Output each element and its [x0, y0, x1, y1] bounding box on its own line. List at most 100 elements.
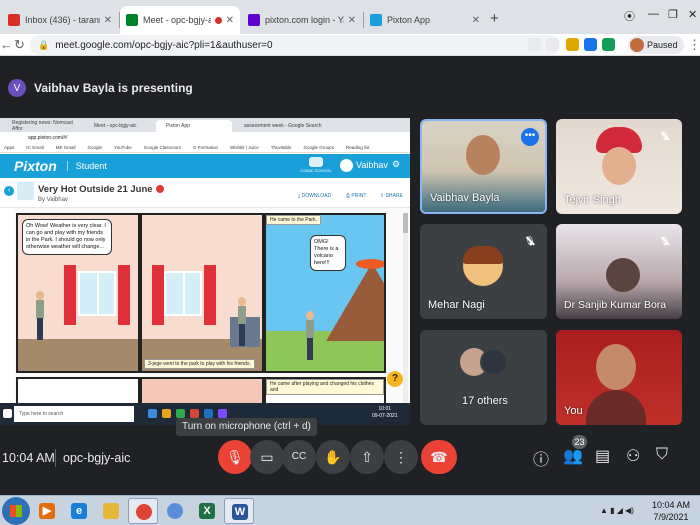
- bookmark: Reading list: [346, 145, 370, 150]
- bookmark: ME Gmail: [55, 145, 76, 150]
- participant-tile-others[interactable]: 17 others: [420, 330, 547, 425]
- browser-toolbar: ← ↻ 🔒 meet.google.com/opc-bgjy-aic?pli=1…: [0, 34, 700, 56]
- microphone-toggle-button[interactable]: 🎙: [218, 440, 252, 474]
- window: [164, 271, 202, 316]
- avatar: V: [8, 79, 26, 97]
- comic-panel-1: Oh Wow! Weather is very clear. I can go …: [16, 213, 140, 373]
- angry-face-icon: [155, 185, 164, 194]
- tab-inbox[interactable]: Inbox (436) - tarannum@theindi ✕: [2, 6, 118, 34]
- comic-school-badge: COMIC SCHOOL: [300, 156, 332, 176]
- star-icon[interactable]: [546, 38, 559, 51]
- restore-icon[interactable]: ❐: [668, 8, 678, 21]
- tab-pixton[interactable]: Pixton App ✕: [364, 6, 486, 34]
- taskbar-app-excel[interactable]: X: [192, 498, 222, 524]
- tooltip: Turn on microphone (ctrl + d): [176, 418, 317, 436]
- browser-tab-strip: Inbox (436) - tarannum@theindi ✕ Meet - …: [0, 0, 700, 34]
- taskbar-app-chrome[interactable]: [128, 498, 158, 524]
- comic-thumbnail: [17, 182, 34, 200]
- start-button[interactable]: [2, 497, 30, 525]
- bookmark: Wishkit | Juice: [230, 145, 259, 150]
- speech-bubble: OMG! There is a volcano here!!!: [310, 235, 346, 271]
- extension-icon[interactable]: [566, 38, 579, 51]
- windows-taskbar: ▶ e X W ▲ ▮ ◢ ◀) 10:04 AM 7/9/2021: [0, 495, 700, 525]
- participant-tile-vaibhav[interactable]: ••• Vaibhav Bayla: [420, 119, 547, 214]
- info-icon[interactable]: ⓘ: [533, 446, 549, 470]
- participant-tile-you[interactable]: You: [556, 330, 682, 425]
- leave-call-button[interactable]: ☎: [421, 440, 457, 474]
- close-icon[interactable]: ✕: [472, 15, 480, 26]
- gmail-icon: [8, 14, 20, 26]
- bookmark: G Formation: [193, 145, 219, 150]
- pixton-header: Pixton Student COMIC SCHOOL Vaibhav ⚙: [0, 154, 410, 178]
- user-avatar-icon: [340, 159, 353, 172]
- download-action: ⤓ DOWNLOAD: [298, 193, 332, 199]
- system-tray-icons[interactable]: ▲ ▮ ◢ ◀): [600, 506, 634, 515]
- app-icon: [204, 409, 213, 418]
- participant-tile-tejvir[interactable]: Tejvir Singh: [556, 119, 682, 214]
- key-icon[interactable]: [528, 38, 541, 51]
- character: [36, 291, 44, 341]
- app-icon: [162, 409, 171, 418]
- participant-tile-sanjib[interactable]: Dr Sanjib Kumar Bora: [556, 224, 682, 319]
- reload-icon[interactable]: ↻: [14, 37, 25, 53]
- new-tab-button[interactable]: +: [490, 10, 499, 27]
- address-bar[interactable]: 🔒 meet.google.com/opc-bgjy-aic?pli=1&aut…: [30, 35, 560, 55]
- host-controls-icon[interactable]: ⛉: [656, 446, 668, 464]
- bookmark: Thuvitable: [270, 145, 292, 150]
- chrome-icon: [136, 504, 152, 520]
- participant-tile-mehar[interactable]: Mehar Nagi: [420, 224, 547, 319]
- curtain: [118, 265, 130, 325]
- back-icon[interactable]: ←: [0, 37, 13, 52]
- shared-screen[interactable]: Registering news: Nomcast Affor Meet - o…: [0, 118, 410, 425]
- curtain: [64, 265, 76, 325]
- media-control-icon[interactable]: ⦿: [624, 8, 635, 24]
- taskbar-app-word[interactable]: W: [224, 498, 254, 524]
- system-clock-date: 7/9/2021: [653, 512, 689, 522]
- meeting-code: opc-bgjy-aic: [63, 451, 131, 465]
- shared-tab: Pixton App: [156, 120, 232, 132]
- character: [238, 297, 246, 347]
- bookmark: Google Classroom: [143, 145, 182, 150]
- camera-toggle-button[interactable]: ▭: [250, 440, 284, 474]
- participant-name: Dr Sanjib Kumar Bora: [564, 299, 667, 311]
- download-label: DOWNLOAD: [301, 193, 332, 199]
- tab-meet[interactable]: Meet - opc-bgjy-aic ✕: [120, 6, 240, 34]
- profile-button[interactable]: Paused: [628, 36, 684, 54]
- menu-icon[interactable]: ⋮: [688, 37, 700, 53]
- tab-yahoo[interactable]: pixton.com login - Yahoo India S ✕: [242, 6, 362, 34]
- close-icon[interactable]: ✕: [104, 15, 112, 26]
- taskbar-app-internet-explorer[interactable]: e: [64, 498, 94, 524]
- word-icon: W: [232, 504, 248, 520]
- panel-caption: He came after playing and changed his cl…: [266, 379, 384, 395]
- chat-icon[interactable]: ▤: [595, 446, 610, 466]
- close-icon[interactable]: ✕: [226, 15, 234, 26]
- meet-icon: [126, 14, 138, 26]
- app-icon: [218, 409, 227, 418]
- tab-label: Inbox (436) - tarannum@theindi: [25, 15, 100, 25]
- close-window-icon[interactable]: ✕: [688, 8, 697, 21]
- more-options-icon[interactable]: •••: [521, 128, 539, 146]
- comic-byline: By Vaibhav: [38, 197, 68, 203]
- present-button[interactable]: ⇧: [350, 440, 384, 474]
- taskbar-app-media-player[interactable]: ▶: [32, 498, 62, 524]
- taskbar-app-file-explorer[interactable]: [96, 498, 126, 524]
- more-options-button[interactable]: ⋮: [384, 440, 418, 474]
- close-icon[interactable]: ✕: [348, 15, 356, 26]
- taskbar-app-chrome-canary[interactable]: [160, 498, 190, 524]
- extension-icon[interactable]: [602, 38, 615, 51]
- muted-microphone-icon: [522, 233, 538, 249]
- minimize-icon[interactable]: —: [648, 8, 659, 20]
- participant-face: [596, 344, 636, 390]
- system-clock[interactable]: 10:04 AM 7/9/2021: [652, 499, 690, 523]
- volcano: [326, 263, 384, 341]
- shared-tab-strip: Registering news: Nomcast Affor Meet - o…: [0, 118, 410, 132]
- activities-icon[interactable]: ⚇: [626, 446, 640, 466]
- comic-strip: Oh Wow! Weather is very clear. I can go …: [0, 208, 410, 425]
- raise-hand-button[interactable]: ✋: [316, 440, 350, 474]
- people-icon[interactable]: 👥: [563, 446, 583, 466]
- pixton-icon: [370, 14, 382, 26]
- extension-icon[interactable]: [584, 38, 597, 51]
- shared-clock: 10:01 09-07-2021: [372, 406, 398, 420]
- captions-button[interactable]: CC: [282, 440, 316, 474]
- folder-icon: [103, 503, 119, 519]
